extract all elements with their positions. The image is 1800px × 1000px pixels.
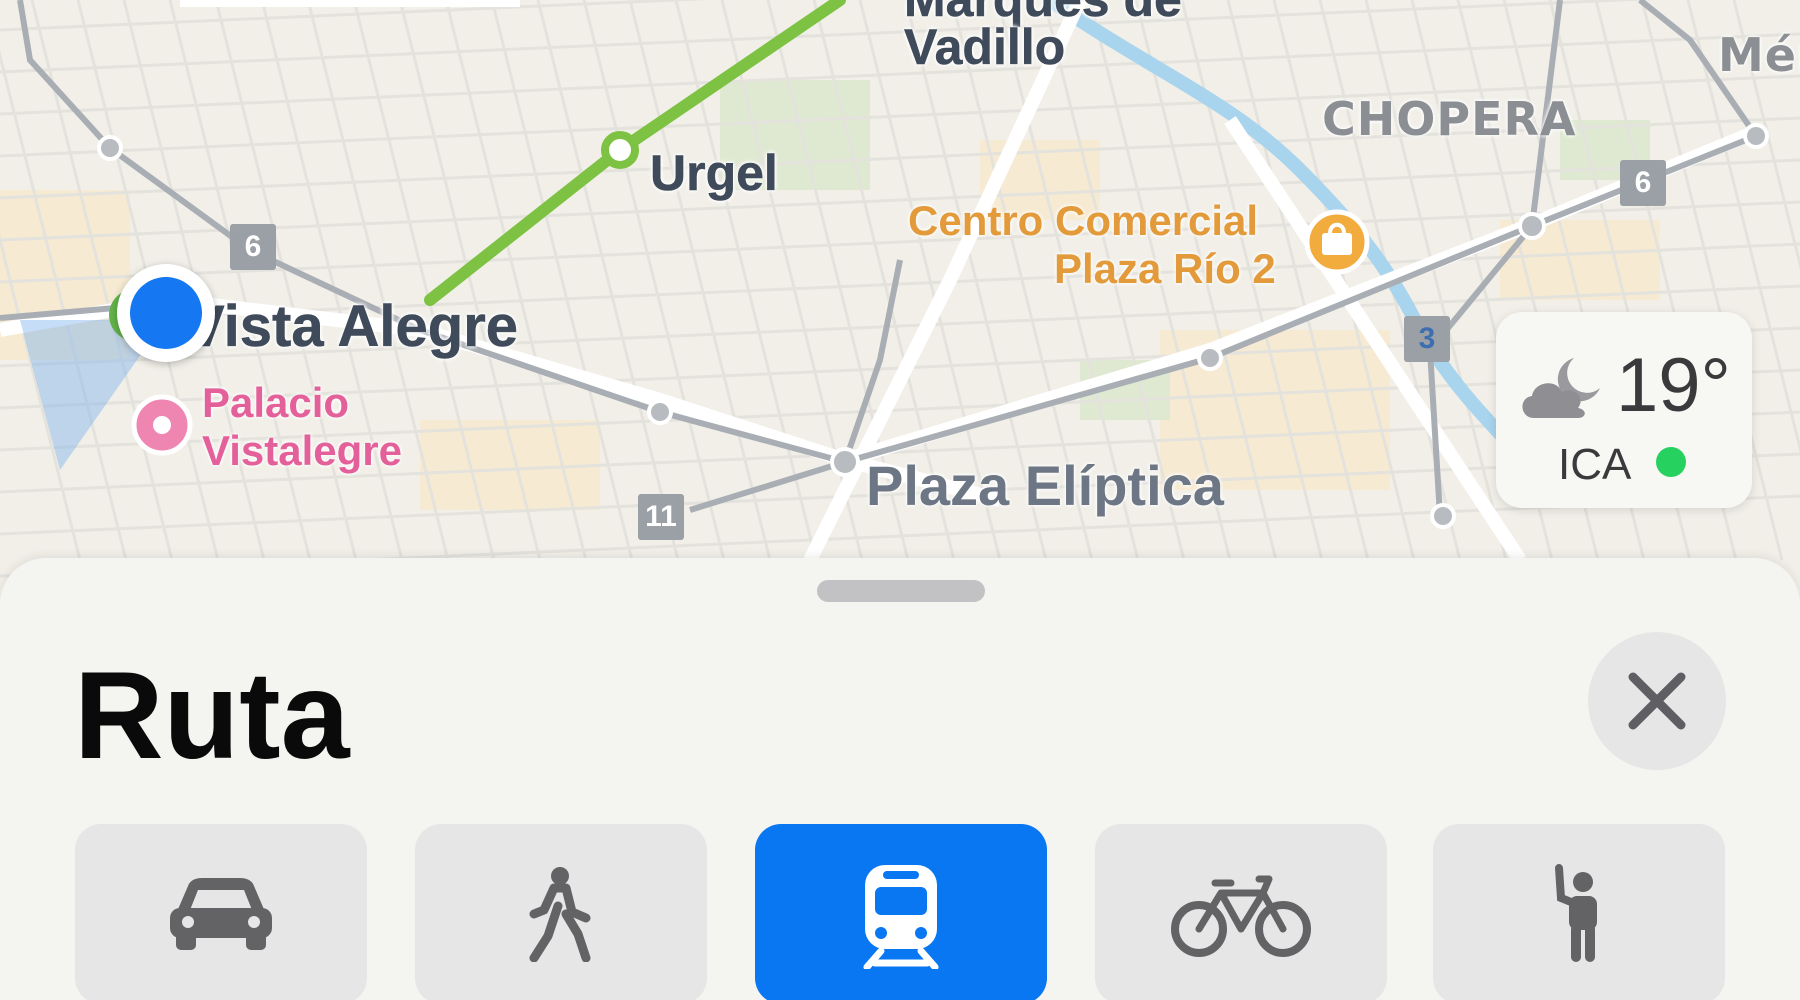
mode-rideshare-button[interactable] <box>1433 824 1725 1000</box>
weather-widget[interactable]: 19° ICA <box>1496 312 1752 508</box>
mode-transit-button[interactable] <box>755 824 1047 1000</box>
cloud-moon-icon <box>1522 358 1600 418</box>
poi-label-palacio-line1[interactable]: Palacio <box>202 382 349 424</box>
close-button[interactable] <box>1588 632 1726 770</box>
mode-walk-button[interactable] <box>415 824 707 1000</box>
train-icon <box>863 865 939 969</box>
mode-car-button[interactable] <box>75 824 367 1000</box>
transport-mode-selector <box>75 824 1725 1000</box>
maps-app: Marqués de Vadillo Urgel Vista Alegre Pl… <box>0 0 1800 1000</box>
line-badge-6: 6 <box>1620 160 1666 206</box>
poi-label-palacio-line2[interactable]: Vistalegre <box>202 430 402 472</box>
weather-temperature: 19° <box>1616 343 1731 428</box>
air-quality-indicator <box>1656 447 1686 477</box>
route-sheet: Ruta <box>0 558 1800 1000</box>
line-badge-11: 11 <box>638 494 684 540</box>
sheet-title: Ruta <box>74 647 350 785</box>
hail-icon <box>1555 864 1597 962</box>
user-location-dot[interactable] <box>117 264 215 362</box>
sheet-grabber[interactable] <box>817 580 985 602</box>
district-label-mendez: Mén <box>1718 28 1800 82</box>
car-icon <box>170 878 272 950</box>
station-label-vista-alegre[interactable]: Vista Alegre <box>186 297 519 356</box>
mode-bike-button[interactable] <box>1095 824 1387 1000</box>
close-icon <box>1628 672 1686 730</box>
station-label-vadillo[interactable]: Vadillo <box>904 22 1066 73</box>
poi-label-centro-line2[interactable]: Plaza Río 2 <box>1054 248 1276 290</box>
line-badge-6: 6 <box>230 224 276 270</box>
station-label-plaza-eliptica[interactable]: Plaza Elíptica <box>866 458 1224 514</box>
district-label-chopera: CHOPERA <box>1322 92 1577 146</box>
line-badge-3: 3 <box>1404 316 1450 362</box>
poi-label-centro-line1[interactable]: Centro Comercial <box>908 200 1258 242</box>
walking-icon <box>529 867 591 962</box>
bicycle-icon <box>1171 875 1311 957</box>
air-quality-label: ICA <box>1558 440 1632 489</box>
station-label-urgel[interactable]: Urgel <box>650 148 778 199</box>
